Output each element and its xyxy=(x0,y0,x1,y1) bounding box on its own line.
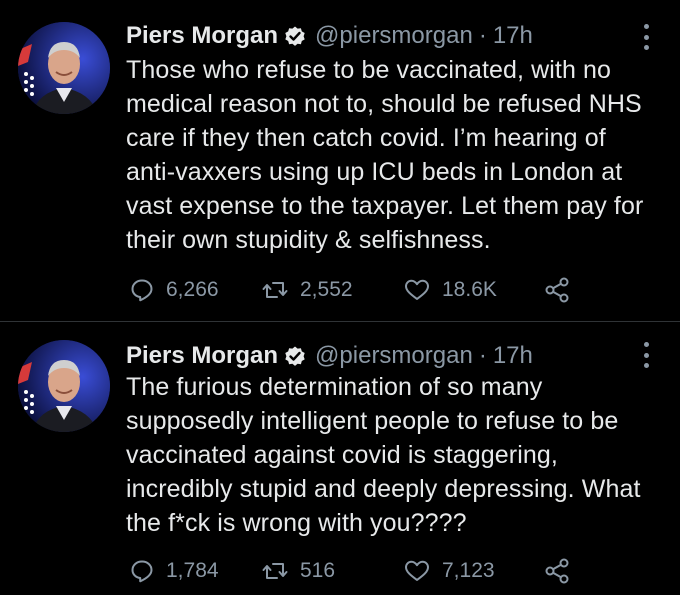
more-options-icon[interactable] xyxy=(642,342,650,368)
heart-icon xyxy=(405,279,429,300)
tweet-text: The furious determination of so many sup… xyxy=(126,373,641,537)
reply-icon xyxy=(131,560,153,583)
separator: · xyxy=(478,342,487,369)
author-name[interactable]: Piers Morgan xyxy=(126,22,278,50)
share-button[interactable] xyxy=(544,275,570,305)
tweet[interactable]: Piers Morgan @piersmorgan · 17h The furi… xyxy=(0,322,680,595)
author-handle[interactable]: @piersmorgan xyxy=(315,342,473,370)
heart-icon xyxy=(405,560,429,581)
reply-icon xyxy=(131,279,153,302)
tweet-header: Piers Morgan @piersmorgan · 17h xyxy=(126,18,533,54)
reply-count: 6,266 xyxy=(166,278,219,301)
more-options-icon[interactable] xyxy=(642,24,650,50)
like-button[interactable]: 7,123 xyxy=(404,556,495,586)
tweet-actions: 1,784 516 7,123 xyxy=(130,556,580,586)
share-icon xyxy=(545,558,569,584)
retweet-icon xyxy=(262,282,288,298)
retweet-count: 2,552 xyxy=(300,278,353,301)
verified-badge-icon xyxy=(283,24,307,48)
tweet-text: Those who refuse to be vaccinated, with … xyxy=(126,56,644,254)
author-handle[interactable]: @piersmorgan xyxy=(315,22,473,50)
retweet-button[interactable]: 516 xyxy=(262,556,335,586)
avatar[interactable] xyxy=(18,340,110,432)
author-name[interactable]: Piers Morgan xyxy=(126,342,278,370)
retweet-button[interactable]: 2,552 xyxy=(262,275,353,305)
tweet-actions: 6,266 2,552 18.6K xyxy=(130,275,580,305)
verified-badge-icon xyxy=(283,344,307,368)
tweet[interactable]: Piers Morgan @piersmorgan · 17h Those wh… xyxy=(0,0,680,322)
tweet-header: Piers Morgan @piersmorgan · 17h xyxy=(126,338,533,374)
retweet-icon xyxy=(262,563,288,579)
reply-count: 1,784 xyxy=(166,559,219,582)
reply-button[interactable]: 6,266 xyxy=(130,275,219,305)
like-count: 18.6K xyxy=(442,278,497,301)
separator: · xyxy=(478,22,487,49)
reply-button[interactable]: 1,784 xyxy=(130,556,219,586)
avatar[interactable] xyxy=(18,22,110,114)
share-button[interactable] xyxy=(544,556,570,586)
like-button[interactable]: 18.6K xyxy=(404,275,497,305)
timestamp[interactable]: 17h xyxy=(493,342,533,370)
timestamp[interactable]: 17h xyxy=(493,22,533,50)
share-icon xyxy=(545,277,569,303)
like-count: 7,123 xyxy=(442,559,495,582)
retweet-count: 516 xyxy=(300,559,336,582)
